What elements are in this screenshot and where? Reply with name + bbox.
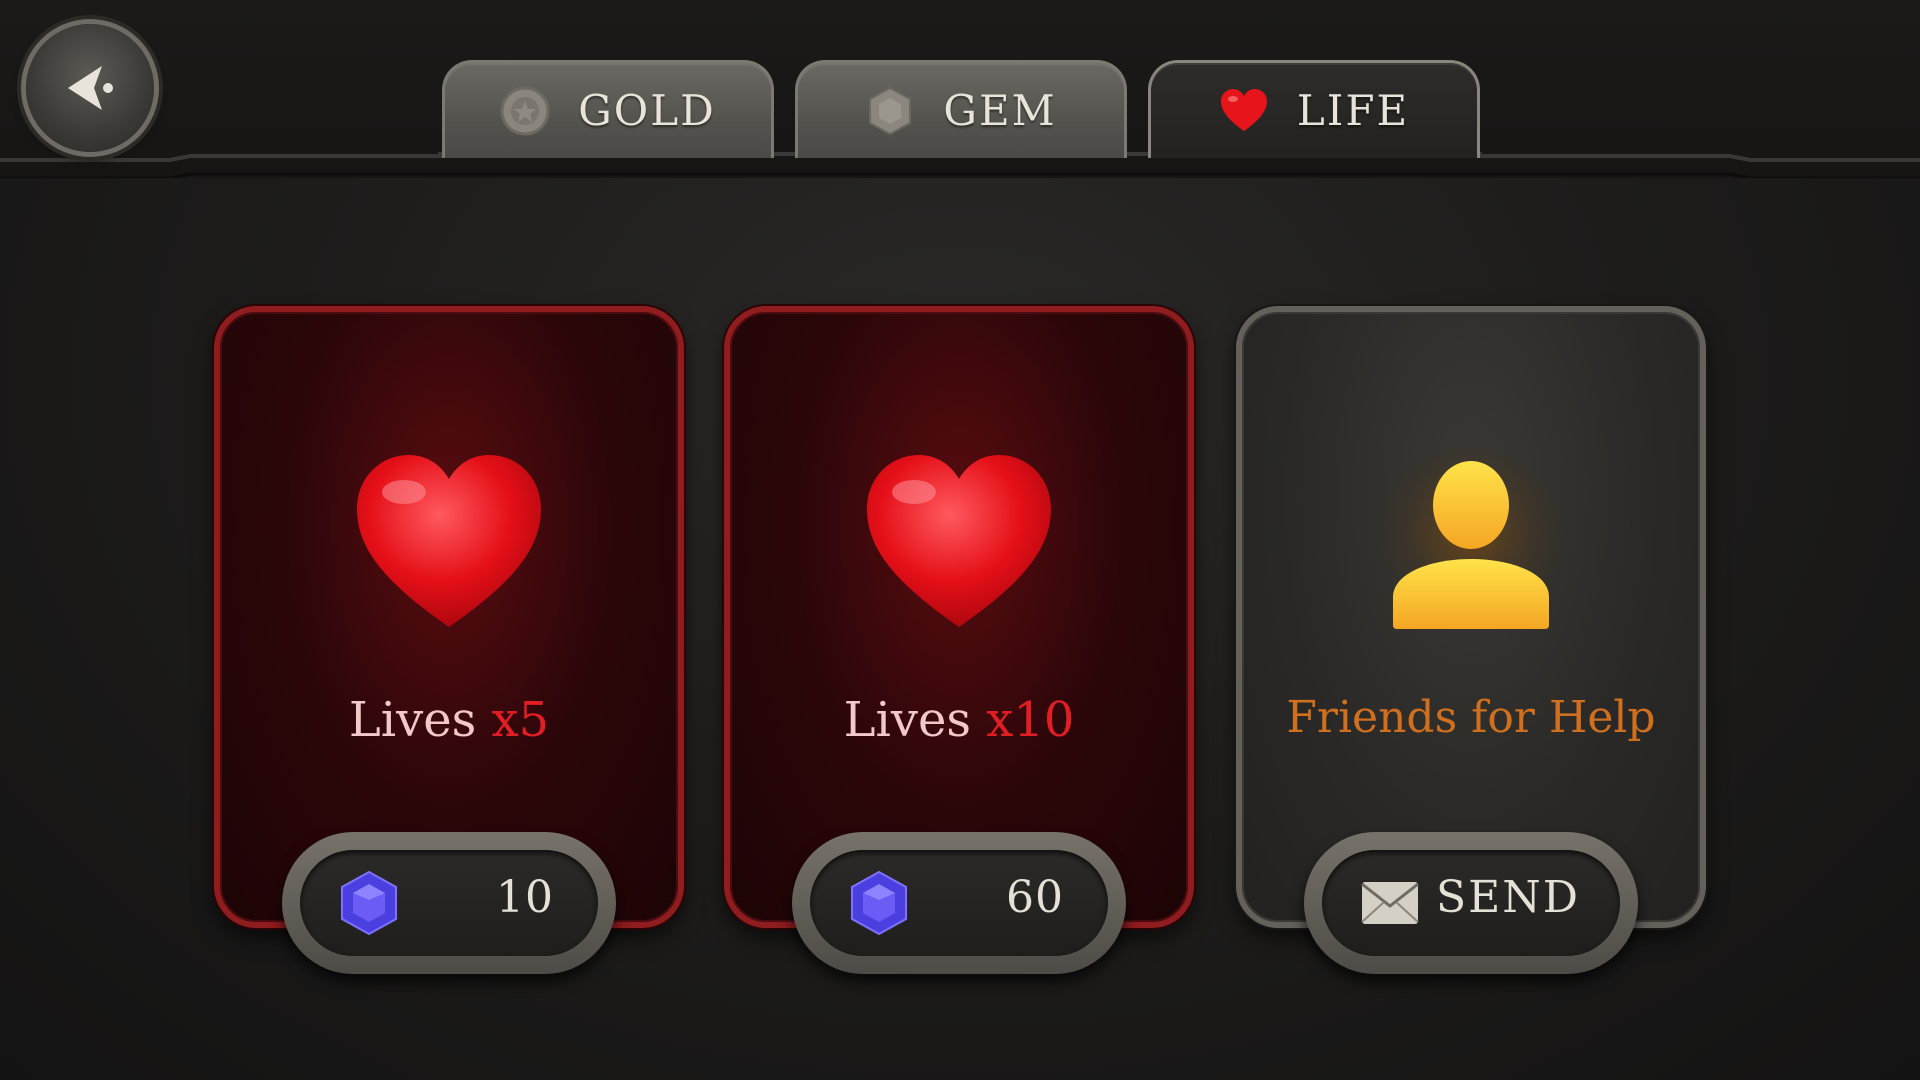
friend-icon <box>1376 447 1566 637</box>
tab-gold[interactable]: GOLD <box>442 60 774 158</box>
card-title: Lives x5 <box>348 692 550 748</box>
price-label: 60 <box>1006 872 1064 923</box>
gem-icon <box>869 86 912 135</box>
heart-icon <box>867 455 1051 627</box>
card-title: Lives x10 <box>843 692 1075 748</box>
heart-icon <box>1220 88 1267 131</box>
tab-gem-label: GEM <box>943 86 1057 135</box>
buy-lives-x10-button[interactable]: 60 <box>792 832 1126 974</box>
back-arrow-icon <box>68 66 113 110</box>
send-button[interactable]: SEND <box>1304 832 1638 974</box>
tab-gold-label: GOLD <box>578 86 716 135</box>
buy-lives-x5-button[interactable]: 10 <box>282 832 616 974</box>
tab-life-label: LIFE <box>1296 86 1410 135</box>
gem-icon <box>851 870 907 936</box>
back-button[interactable] <box>26 24 154 152</box>
envelope-icon <box>1361 882 1419 924</box>
gem-icon <box>341 870 397 936</box>
heart-icon <box>357 455 541 627</box>
tab-gem[interactable]: GEM <box>795 60 1127 158</box>
card-title: Friends for Help <box>1286 692 1656 743</box>
send-label: SEND <box>1435 872 1580 923</box>
coin-icon <box>500 86 550 135</box>
tab-life[interactable]: LIFE <box>1148 60 1480 158</box>
price-label: 10 <box>496 872 554 923</box>
